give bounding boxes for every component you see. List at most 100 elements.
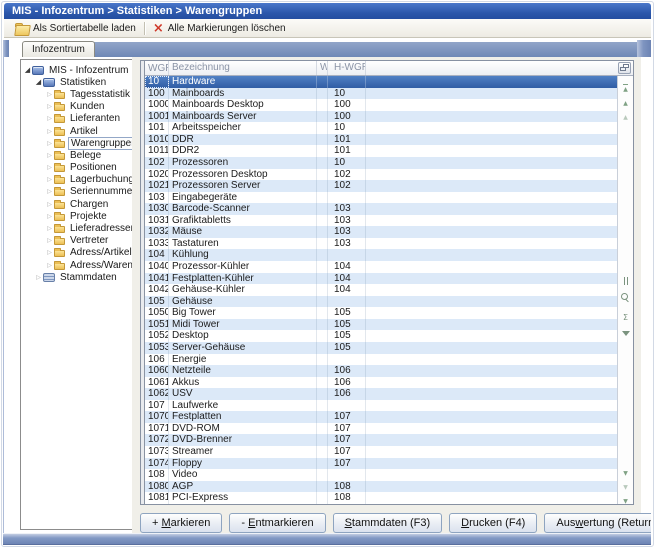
clear-marks-button[interactable]: × Alle Markierungen löschen [148, 20, 291, 37]
window-titlebar[interactable]: MIS - Infozentrum > Statistiken > Wareng… [4, 3, 651, 19]
expand-arrow-icon[interactable]: ▷ [45, 139, 54, 148]
grid-row-106[interactable]: 106Energie [145, 354, 633, 366]
grid-row-107[interactable]: 107Laufwerke [145, 400, 633, 412]
expand-arrow-icon[interactable]: ▷ [45, 102, 54, 111]
tree-item-belege[interactable]: ▷Belege [21, 149, 132, 161]
tree-item-stammdaten[interactable]: ▷Stammdaten [21, 271, 132, 283]
grid-row-1060[interactable]: 1060Netzteile106 [145, 365, 633, 377]
collapse-arrow-icon[interactable]: ◢ [34, 78, 43, 87]
split-view-button[interactable] [618, 272, 633, 284]
column-header-bezeichnung[interactable]: Bezeichnung [169, 61, 317, 75]
expand-arrow-icon[interactable]: ▷ [34, 273, 43, 282]
column-header-h-wgr[interactable]: H-WGR [328, 61, 366, 75]
grid-row-108[interactable]: 108Video [145, 469, 633, 481]
grid-row-1062[interactable]: 1062USV106 [145, 388, 633, 400]
grid-row-1031[interactable]: 1031Grafiktabletts103 [145, 215, 633, 227]
tree-item-adress-warengruppen[interactable]: ▷Adress/Warengruppen [21, 259, 132, 271]
grid-row-103[interactable]: 103Eingabegeräte [145, 192, 633, 204]
stack-icon [43, 273, 55, 282]
expand-arrow-icon[interactable]: ▷ [45, 224, 54, 233]
tree-item-positionen[interactable]: ▷Positionen [21, 162, 132, 174]
button-auswertung-return[interactable]: Auswertung (Return) [544, 513, 651, 533]
tree-item-mis-infozentrum[interactable]: ◢MIS - Infozentrum [21, 64, 132, 76]
load-sort-table-button[interactable]: Als Sortiertabelle laden [10, 20, 141, 37]
grid-row-1052[interactable]: 1052Desktop105 [145, 330, 633, 342]
grid-row-1001[interactable]: 1001Mainboards Server100 [145, 111, 633, 123]
grid-row-10[interactable]: 10Hardware [145, 76, 633, 88]
tree-item-vertreter[interactable]: ▷Vertreter [21, 235, 132, 247]
grid-row-1070[interactable]: 1070Festplatten107 [145, 411, 633, 423]
button-markieren[interactable]: + Markieren [140, 513, 222, 533]
grid-row-1071[interactable]: 1071DVD-ROM107 [145, 423, 633, 435]
grid-row-1033[interactable]: 1033Tastaturen103 [145, 238, 633, 250]
grid-row-1032[interactable]: 1032Mäuse103 [145, 226, 633, 238]
grid-row-1030[interactable]: 1030Barcode-Scanner103 [145, 203, 633, 215]
search-button[interactable] [618, 289, 633, 301]
grid-row-1010[interactable]: 1010DDR101 [145, 134, 633, 146]
tree-item-lieferadressen[interactable]: ▷Lieferadressen [21, 222, 132, 234]
grid-row-100[interactable]: 100Mainboards10 [145, 88, 633, 100]
grid-row-1061[interactable]: 1061Akkus106 [145, 377, 633, 389]
grid-row-1072[interactable]: 1072DVD-Brenner107 [145, 434, 633, 446]
expand-arrow-icon[interactable]: ▷ [45, 175, 54, 184]
tree-item-chargen[interactable]: ▷Chargen [21, 198, 132, 210]
column-chooser-button[interactable] [618, 62, 631, 74]
expand-arrow-icon[interactable]: ▷ [45, 114, 54, 123]
expand-arrow-icon[interactable]: ▷ [45, 236, 54, 245]
grid-row-1081[interactable]: 1081PCI-Express108 [145, 492, 633, 504]
cell-bezeichnung: Mäuse [169, 226, 317, 238]
grid-row-1051[interactable]: 1051Midi Tower105 [145, 319, 633, 331]
expand-arrow-icon[interactable]: ▷ [45, 212, 54, 221]
tree-item-tagesstatistik[interactable]: ▷Tagesstatistik [21, 88, 132, 100]
grid-row-1074[interactable]: 1074Floppy107 [145, 458, 633, 470]
column-header-wgr[interactable]: WGR▼ [145, 61, 169, 75]
grid-row-1042[interactable]: 1042Gehäuse-Kühler104 [145, 284, 633, 296]
expand-arrow-icon[interactable]: ▷ [45, 90, 54, 99]
grid-row-1080[interactable]: 1080AGP108 [145, 481, 633, 493]
expand-arrow-icon[interactable]: ▷ [45, 200, 54, 209]
grid-row-105[interactable]: 105Gehäuse [145, 296, 633, 308]
grid-row-104[interactable]: 104Kühlung [145, 249, 633, 261]
button-entmarkieren[interactable]: - Entmarkieren [229, 513, 325, 533]
scroll-to-bottom-button[interactable]: ▼ [618, 490, 633, 502]
scroll-down-button[interactable]: ▼ [618, 462, 633, 474]
tab-infozentrum[interactable]: Infozentrum [22, 41, 95, 57]
grid-row-1020[interactable]: 1020Prozessoren Desktop102 [145, 169, 633, 181]
filter-button[interactable] [618, 323, 633, 335]
tree-item-artikel[interactable]: ▷Artikel [21, 125, 132, 137]
expand-arrow-icon[interactable]: ▷ [45, 187, 54, 196]
collapse-arrow-icon[interactable]: ◢ [23, 66, 32, 75]
expand-arrow-icon[interactable]: ▷ [45, 127, 54, 136]
expand-arrow-icon[interactable]: ▷ [45, 261, 54, 270]
tree-item-lagerbuchungen[interactable]: ▷Lagerbuchungen [21, 174, 132, 186]
grid-row-1053[interactable]: 1053Server-Gehäuse105 [145, 342, 633, 354]
expand-arrow-icon[interactable]: ▷ [45, 151, 54, 160]
grid-row-1011[interactable]: 1011DDR2101 [145, 145, 633, 157]
tree-item-lieferanten[interactable]: ▷Lieferanten [21, 113, 132, 125]
grid-row-1040[interactable]: 1040Prozessor-Kühler104 [145, 261, 633, 273]
grid-row-1021[interactable]: 1021Prozessoren Server102 [145, 180, 633, 192]
page-down-button[interactable]: ▼ [618, 476, 633, 488]
tree-item-warengruppen[interactable]: ▷Warengruppen [21, 137, 132, 149]
expand-arrow-icon[interactable]: ▷ [45, 163, 54, 172]
tree-item-kunden[interactable]: ▷Kunden [21, 101, 132, 113]
folder-icon [54, 202, 65, 209]
grid-row-1050[interactable]: 1050Big Tower105 [145, 307, 633, 319]
button-stammdaten-f3[interactable]: Stammdaten (F3) [333, 513, 443, 533]
tree-item-statistiken[interactable]: ◢Statistiken [21, 76, 132, 88]
sum-button[interactable]: Σ [618, 307, 633, 319]
button-drucken-f4[interactable]: Drucken (F4) [449, 513, 537, 533]
scroll-to-top-button[interactable]: ▲ [618, 78, 633, 90]
scroll-up-button[interactable]: ▲ [618, 92, 633, 104]
tree-item-projekte[interactable]: ▷Projekte [21, 210, 132, 222]
grid-row-102[interactable]: 102Prozessoren10 [145, 157, 633, 169]
page-up-button[interactable]: ▲ [618, 106, 633, 118]
grid-row-1000[interactable]: 1000Mainboards Desktop100 [145, 99, 633, 111]
column-header-w[interactable]: W [317, 61, 328, 75]
grid-row-101[interactable]: 101Arbeitsspeicher10 [145, 122, 633, 134]
tree-item-adress-artikel[interactable]: ▷Adress/Artikel [21, 247, 132, 259]
tree-item-seriennummern[interactable]: ▷Seriennummern [21, 186, 132, 198]
expand-arrow-icon[interactable]: ▷ [45, 248, 54, 257]
grid-row-1073[interactable]: 1073Streamer107 [145, 446, 633, 458]
grid-row-1041[interactable]: 1041Festplatten-Kühler104 [145, 273, 633, 285]
